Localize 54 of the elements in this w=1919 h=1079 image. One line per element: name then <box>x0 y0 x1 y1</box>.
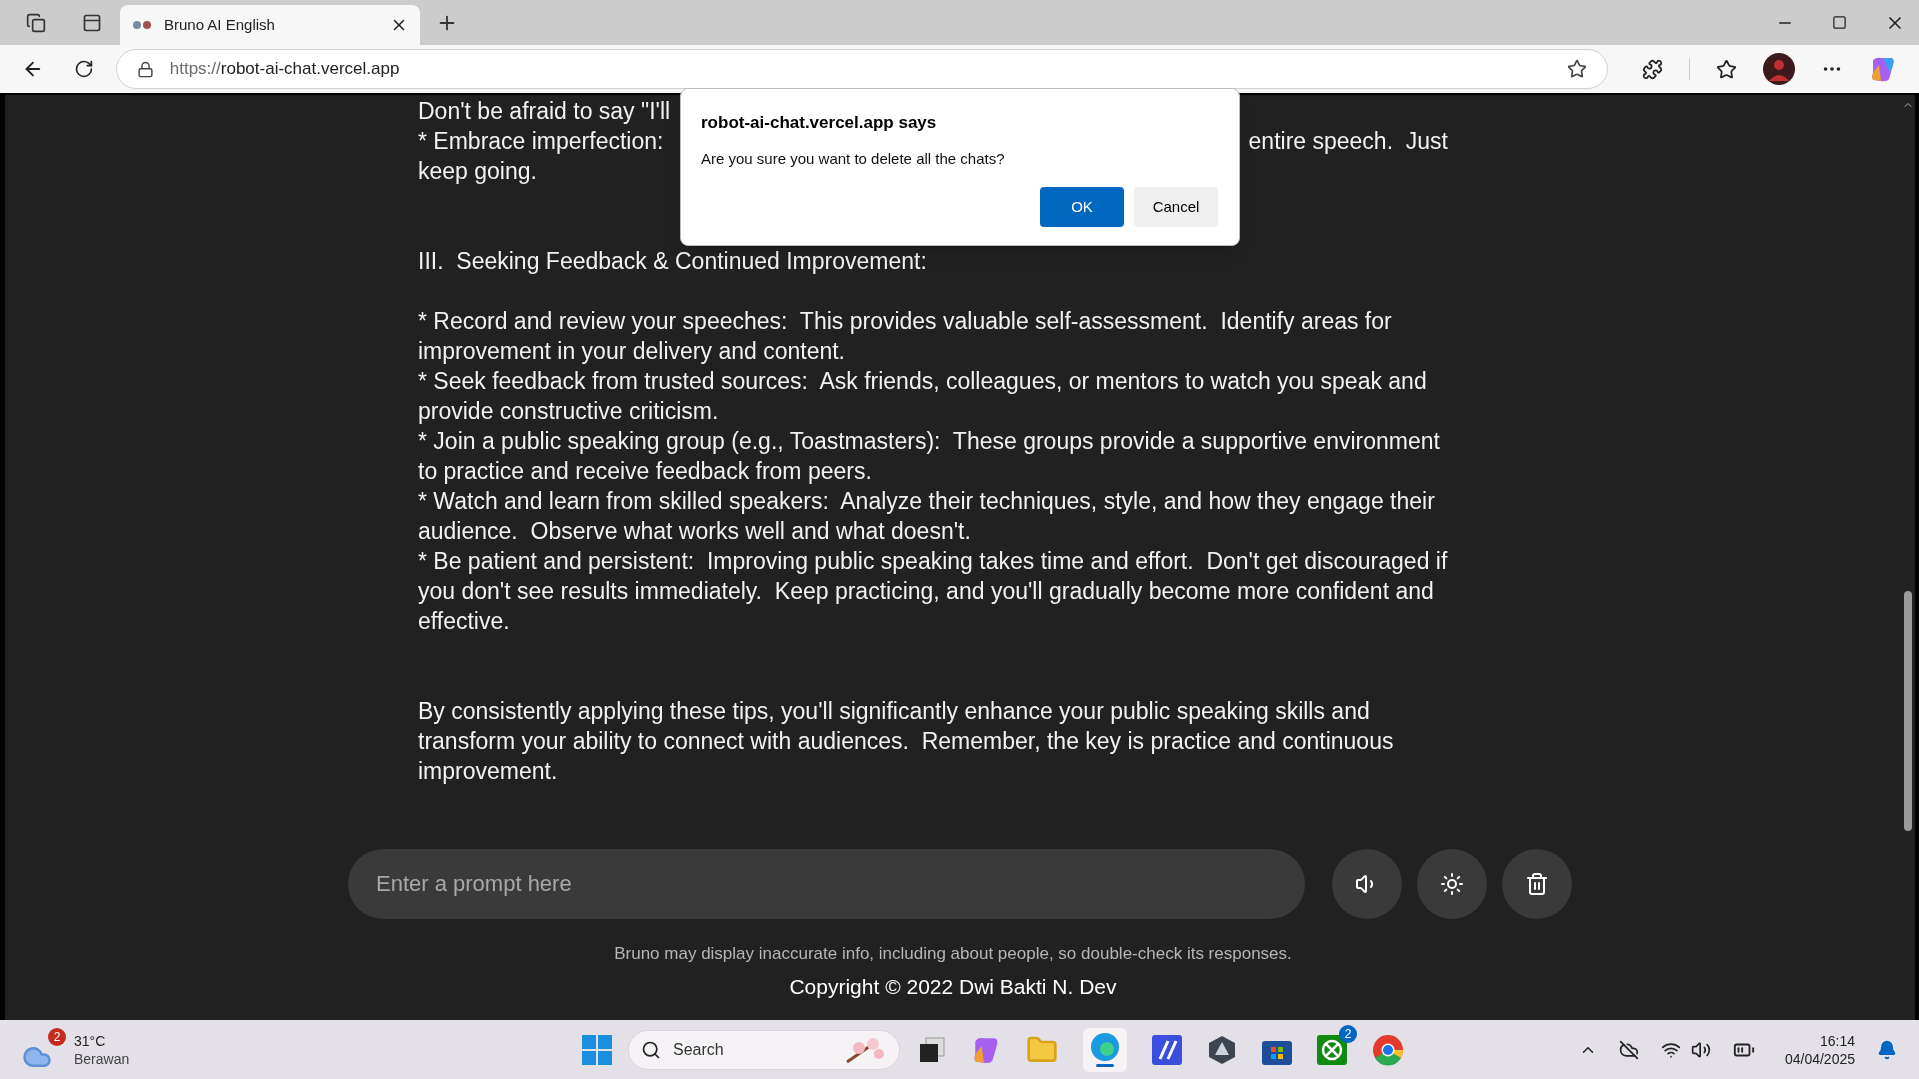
taskbar-search[interactable]: Search <box>628 1029 900 1070</box>
dialog-message: Are you sure you want to delete all the chats? <box>701 148 1006 169</box>
message-text: * Embrace imperfection: <box>418 127 664 156</box>
browser-tab[interactable]: Bruno AI English <box>120 5 420 45</box>
section-heading: III. Seeking Feedback & Continued Improvement: <box>418 247 928 276</box>
search-icon <box>641 1039 661 1060</box>
clock-date[interactable]: 04/04/2025 <box>1784 1049 1855 1068</box>
workspaces-icon[interactable] <box>26 12 46 33</box>
bullet-text: * Seek feedback from trusted sources: Ask friends, colleagues, or mentors to watch you speak and provide constructive criticism. <box>418 367 1428 426</box>
edge-taskbar-button[interactable] <box>1083 1027 1127 1072</box>
sun-icon <box>1440 872 1464 896</box>
notification-badge: 2 <box>48 1027 66 1046</box>
xbox-icon[interactable] <box>1317 1034 1347 1065</box>
prompt-field[interactable]: Enter a prompt here <box>348 849 1305 919</box>
hexagon-app-icon[interactable] <box>1207 1034 1237 1065</box>
bullet-text: * Record and review your speeches: This provides valuable self-assessment. Identify areas for improvement in your delivery and content. <box>418 307 1393 366</box>
tab-actions-icon[interactable] <box>82 12 102 33</box>
star-icon[interactable] <box>1567 59 1587 79</box>
volume-icon[interactable] <box>1690 1039 1711 1060</box>
weather-text: Berawan <box>74 1049 130 1068</box>
task-view-icon[interactable] <box>918 1035 946 1064</box>
message-text: Don't be afraid to say "I'll <box>418 97 671 126</box>
dialog-title: robot-ai-chat.vercel.app says <box>701 112 938 134</box>
scrollbar[interactable] <box>1901 95 1915 1020</box>
ok-button[interactable]: OK <box>1040 187 1124 227</box>
url-text: https://robot-ai-chat.vercel.app <box>169 58 401 81</box>
notification-badge: 2 <box>1339 1024 1357 1043</box>
chrome-icon[interactable] <box>1372 1033 1404 1066</box>
bullet-text: * Be patient and persistent: Improving public speaking takes time and effort. Don't get discouraged if you don't see results immediately. Keep practicing, and you'll gradually become more confident and effective. <box>418 547 1448 636</box>
disclaimer-text: Bruno may display inaccurate info, including about people, so double-check its responses. <box>614 943 1292 965</box>
copilot-icon[interactable] <box>1869 55 1897 83</box>
tab-title: Bruno AI English <box>164 14 276 35</box>
clock-time[interactable]: 16:14 <box>1819 1031 1855 1050</box>
address-bar[interactable]: https://robot-ai-chat.vercel.app <box>115 49 1608 89</box>
cancel-button[interactable]: Cancel <box>1134 187 1218 227</box>
cloud-off-icon[interactable] <box>1618 1039 1639 1060</box>
extensions-icon[interactable] <box>1642 58 1663 80</box>
avatar-icon[interactable] <box>1763 53 1795 85</box>
temperature-text: 31°C <box>74 1031 107 1050</box>
copyright-text: Copyright © 2022 Dwi Bakti N. Dev <box>789 973 1117 1000</box>
message-text: keep going. <box>418 157 537 186</box>
bell-icon[interactable] <box>1877 1039 1897 1060</box>
scrollbar-thumb[interactable] <box>1904 591 1912 831</box>
restore-icon[interactable] <box>1832 15 1847 30</box>
slash-app-icon[interactable] <box>1152 1034 1182 1065</box>
trash-icon <box>1525 872 1549 896</box>
favorites-icon[interactable] <box>1716 58 1737 80</box>
windows-logo-icon[interactable] <box>582 1034 612 1065</box>
lock-icon <box>136 60 154 78</box>
bullet-text: * Watch and learn from skilled speakers: Analyze their techniques, style, and how they engage their audience. Observe what works well and what doesn't. <box>418 487 1436 546</box>
reload-icon[interactable] <box>73 59 94 79</box>
message-text: entire speech. Just <box>1248 127 1448 156</box>
bullet-text: * Join a public speaking group (e.g., Toastmasters): These groups provide a supportive environment to practice and receive feedback from peers. <box>418 427 1441 486</box>
closing-paragraph: By consistently applying these tips, you'll significantly enhance your public speaking skills and transform your ability to connect with audiences. Remember, the key is practice and continuous improvement. <box>418 697 1395 786</box>
